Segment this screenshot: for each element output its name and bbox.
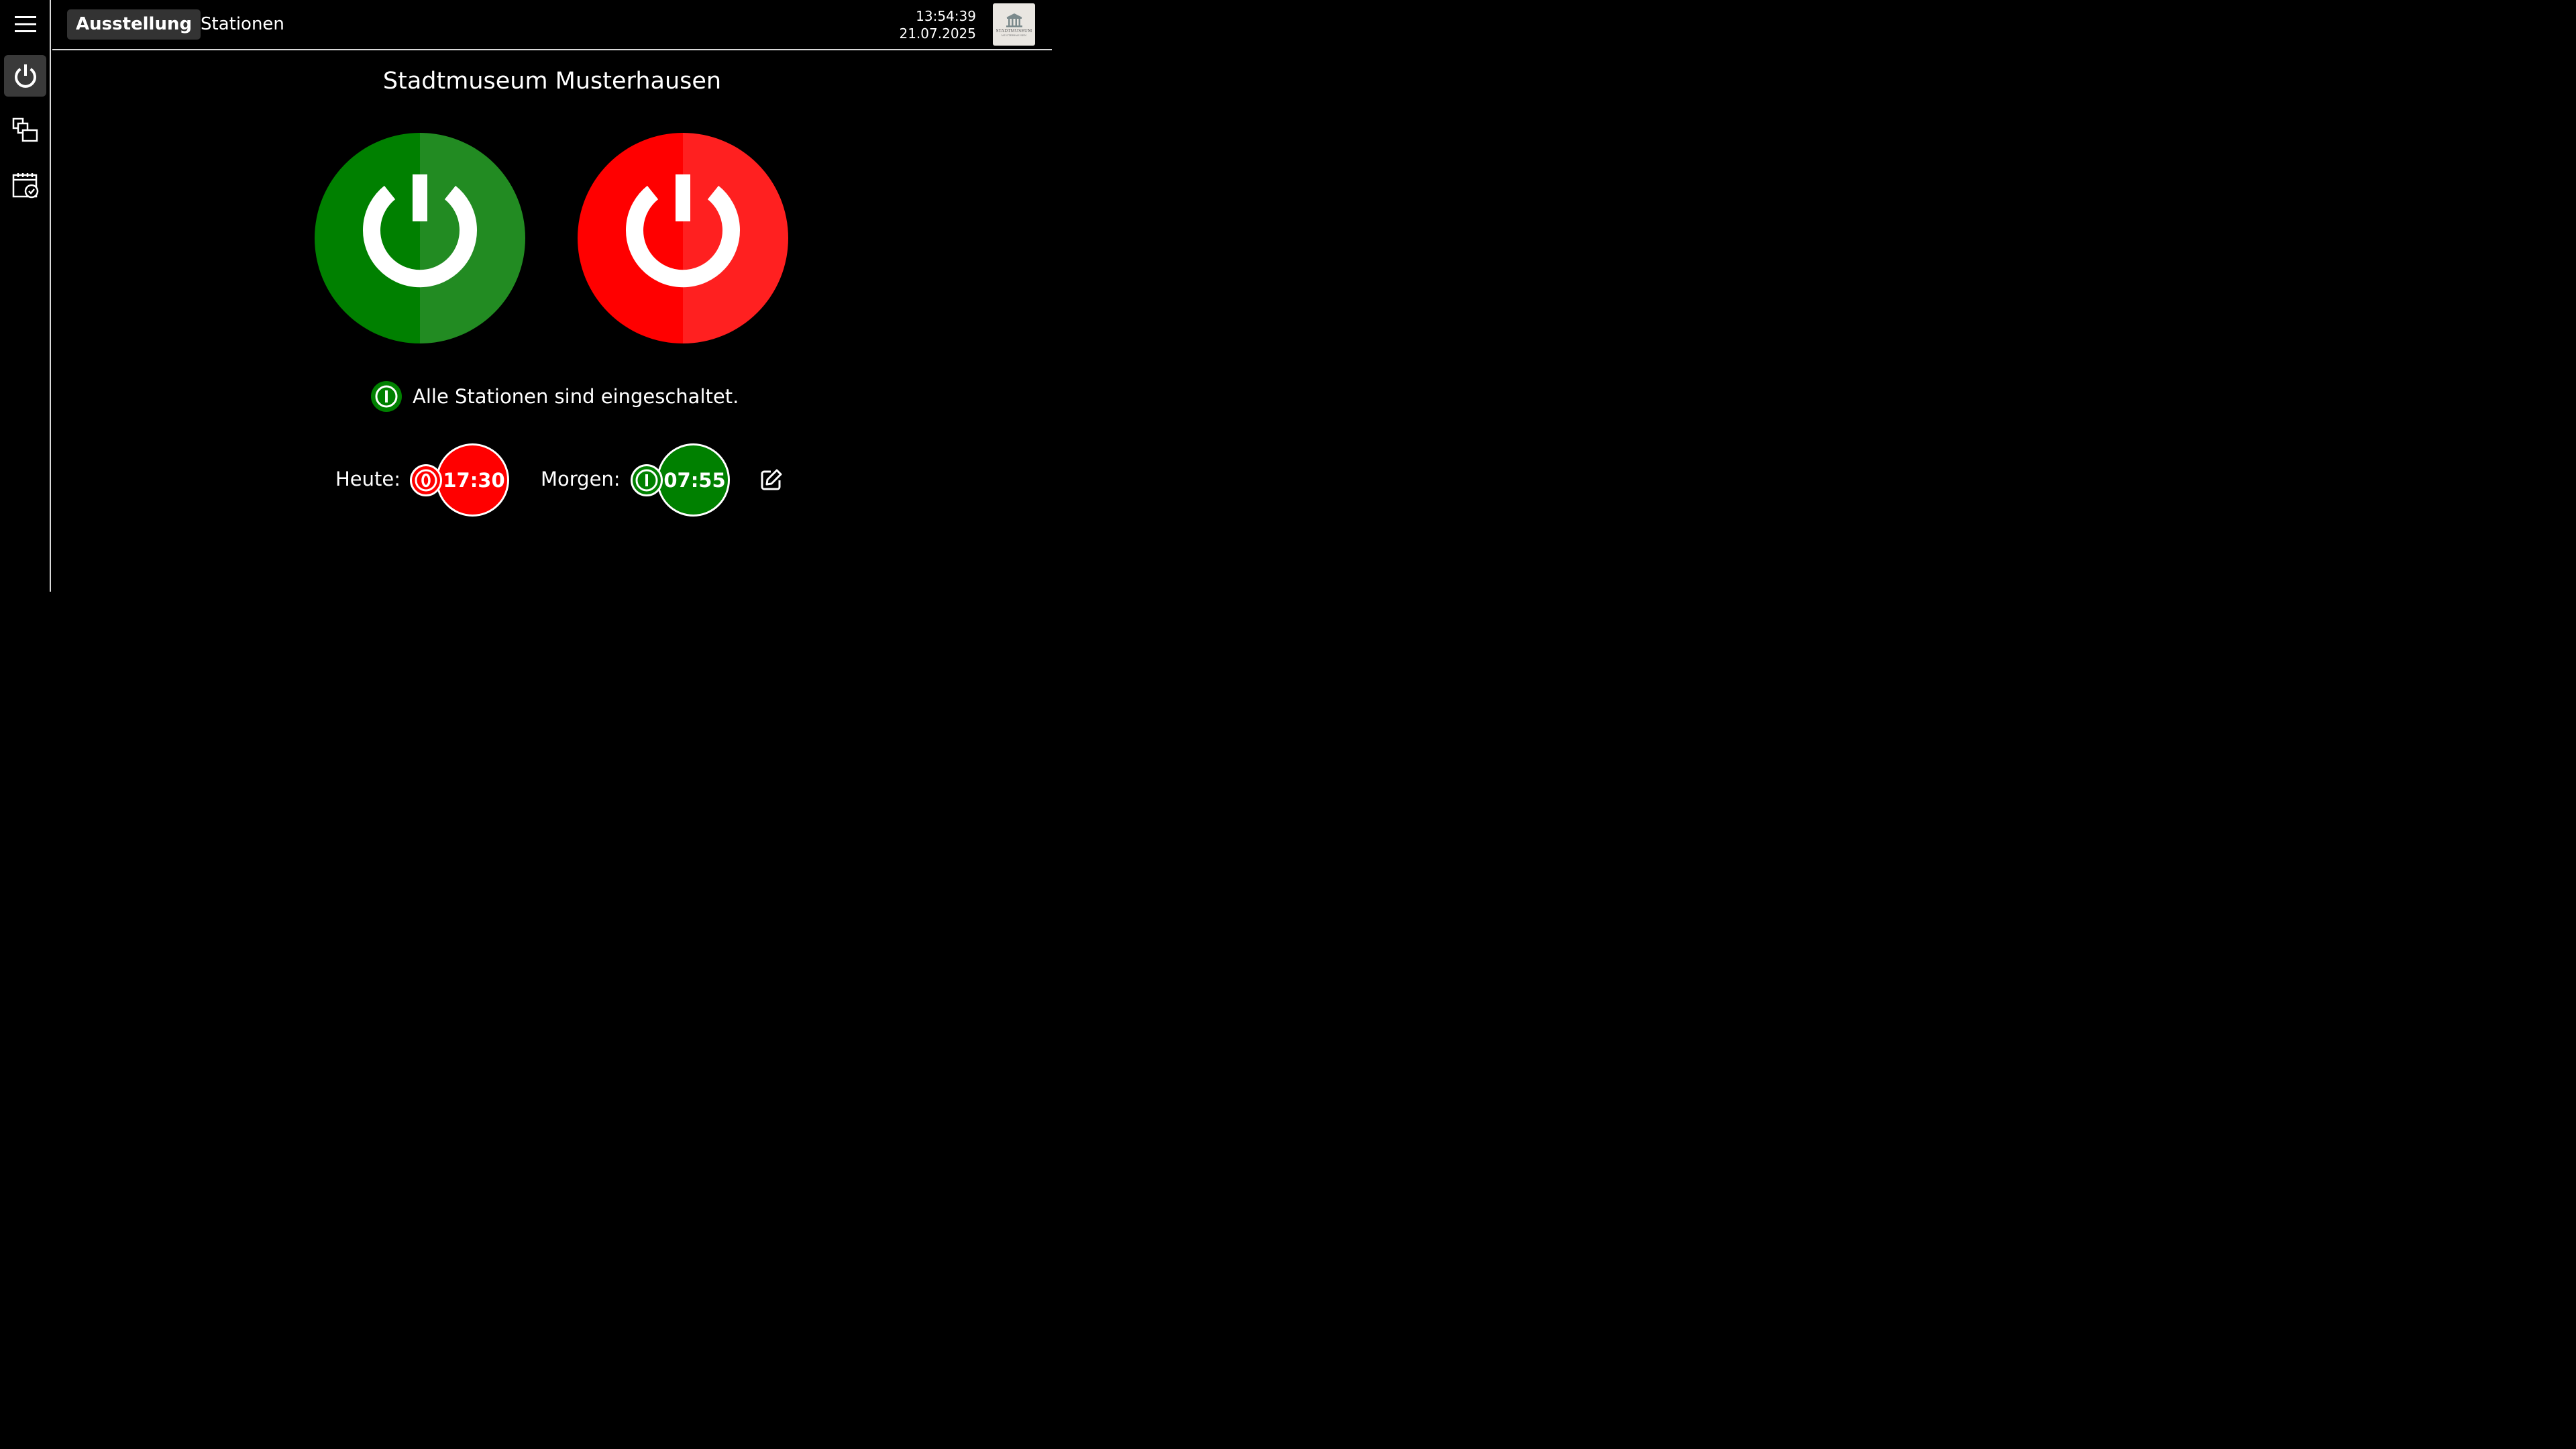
page-title: Stadtmuseum Musterhausen	[382, 68, 722, 95]
edit-icon	[761, 469, 782, 490]
tomorrow-time: 07:55	[663, 468, 726, 492]
menu-button[interactable]	[4, 3, 46, 45]
top-bar: Ausstellung Stationen 13:54:39 21.07.202…	[52, 0, 1052, 50]
power-off-graphic	[578, 133, 788, 343]
power-on-graphic	[315, 133, 525, 343]
off-icon	[415, 469, 437, 492]
tomorrow-time-badge[interactable]: 07:55	[657, 443, 730, 517]
status-message: Alle Stationen sind eingeschaltet.	[371, 381, 739, 412]
today-time: 17:30	[443, 468, 505, 492]
clock-time: 13:54:39	[916, 8, 976, 24]
power-on-button[interactable]	[315, 133, 525, 343]
power-off-button[interactable]	[578, 133, 788, 343]
tomorrow-action-badge	[631, 464, 663, 496]
today-action-badge	[410, 464, 442, 496]
logo-text-line1: STADTMUSEUM	[996, 28, 1032, 34]
tab-stationen[interactable]: Stationen	[192, 9, 293, 40]
edit-schedule-button[interactable]	[759, 468, 784, 492]
calendar-clock-icon	[12, 173, 38, 199]
museum-building-icon	[1006, 13, 1022, 27]
power-icon	[14, 64, 36, 88]
tab-ausstellung[interactable]: Ausstellung	[67, 9, 201, 40]
hamburger-menu-icon	[14, 16, 36, 32]
today-label: Heute:	[335, 468, 401, 490]
tomorrow-label: Morgen:	[541, 468, 621, 490]
on-icon	[635, 469, 658, 492]
museum-logo: STADTMUSEUM MUSTERHAUSEN	[993, 3, 1035, 46]
status-text: Alle Stationen sind eingeschaltet.	[413, 385, 739, 408]
sidebar	[0, 0, 51, 592]
sidebar-item-stations[interactable]	[4, 109, 46, 151]
sidebar-item-schedule[interactable]	[4, 164, 46, 206]
clock-date: 21.07.2025	[899, 25, 976, 42]
sidebar-item-power[interactable]	[4, 55, 46, 97]
today-time-badge[interactable]: 17:30	[436, 443, 509, 517]
stations-icon	[12, 117, 38, 142]
clock: 13:54:39 21.07.2025	[899, 7, 976, 42]
on-icon	[371, 381, 402, 412]
logo-text-line2: MUSTERHAUSEN	[1001, 33, 1027, 37]
